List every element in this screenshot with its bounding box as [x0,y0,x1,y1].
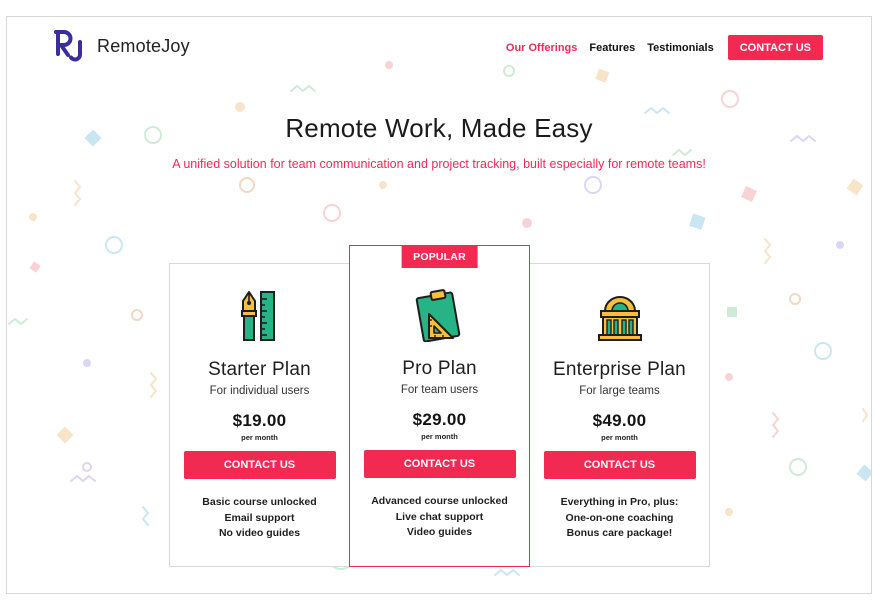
plan-price: $19.00 [232,411,287,430]
plan-price: $49.00 [592,411,647,430]
plan-feature: Video guides [406,526,473,538]
nav-link-features[interactable]: Features [589,42,635,54]
plan-period: per month [241,433,278,442]
plan-features: Everything in Pro, plus: One-on-one coac… [530,495,709,542]
pro-contact-button[interactable]: CONTACT US [363,450,516,478]
plan-features: Basic course unlocked Email support No v… [170,495,349,542]
building-icon [593,289,647,343]
plan-feature: Email support [224,511,295,524]
nav-contact-button[interactable]: CONTACT US [727,35,823,60]
logo-mark-icon [53,29,87,63]
plan-audience: For team users [400,384,479,396]
hero-subtitle: A unified solution for team communicatio… [172,157,706,171]
logo-text: RemoteJoy [97,35,190,56]
landing-page: RemoteJoy Our Offerings Features Testimo… [6,16,872,594]
hero-section: Remote Work, Made Easy A unified solutio… [7,113,871,171]
plan-feature: Advanced course unlocked [371,495,508,507]
nav-links: Our Offerings Features Testimonials CONT… [506,35,823,60]
nav-link-our-offerings[interactable]: Our Offerings [506,42,578,54]
plan-card-starter: Starter Plan For individual users $19.00… [169,263,350,567]
starter-contact-button[interactable]: CONTACT US [183,451,336,479]
plan-audience: For individual users [209,385,310,397]
plan-card-enterprise: Enterprise Plan For large teams $49.00 p… [529,263,710,567]
plan-features: Advanced course unlocked Live chat suppo… [350,494,529,541]
plan-name: Starter Plan [208,359,311,380]
plan-feature: No video guides [218,527,301,539]
plan-price: $29.00 [412,410,467,429]
pen-ruler-icon [233,289,287,343]
logo[interactable]: RemoteJoy [53,29,190,63]
enterprise-contact-button[interactable]: CONTACT US [543,451,696,479]
plan-feature: Everything in Pro, plus: [560,496,679,508]
top-navigation: RemoteJoy Our Offerings Features Testimo… [7,17,871,77]
plan-card-pro: POPULAR Pro Plan For team users $29.00 p… [349,245,530,567]
plan-period: per month [421,432,458,441]
popular-badge: POPULAR [401,245,478,268]
plan-feature: Bonus care package! [566,527,673,539]
plan-name: Enterprise Plan [553,359,686,380]
clipboard-ruler-icon [413,288,467,342]
plan-feature: One-on-one coaching [565,511,674,524]
nav-link-testimonials[interactable]: Testimonials [647,42,713,54]
hero-title: Remote Work, Made Easy [285,113,593,143]
pricing-section: Starter Plan For individual users $19.00… [169,245,710,567]
plan-name: Pro Plan [402,358,477,379]
plan-audience: For large teams [579,385,660,397]
plan-feature: Basic course unlocked [202,496,317,508]
plan-feature: Live chat support [395,510,484,523]
plan-period: per month [601,433,638,442]
